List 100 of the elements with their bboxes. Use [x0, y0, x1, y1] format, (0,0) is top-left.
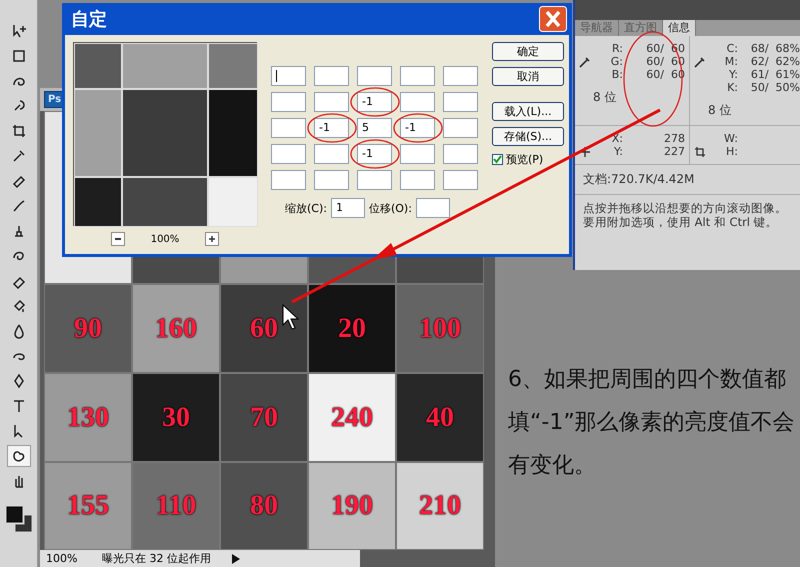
kernel-field[interactable]: [443, 66, 478, 86]
checkbox-label: 预览(P): [506, 152, 544, 167]
play-icon[interactable]: [232, 554, 240, 564]
kernel-field[interactable]: [400, 92, 435, 112]
tool-icon: [10, 48, 26, 64]
channel-value: 68/ 68%: [750, 42, 800, 55]
kernel-field[interactable]: [443, 92, 478, 112]
coordinate-value: 227: [663, 145, 685, 158]
kernel-field[interactable]: [271, 118, 306, 138]
kernel-field[interactable]: [357, 170, 392, 190]
pixel-value: 190: [331, 490, 373, 522]
kernel-field[interactable]: [443, 170, 478, 190]
pixel-value: 240: [331, 402, 373, 434]
pixel-value: 155: [67, 490, 109, 522]
pixel-value: 110: [156, 490, 196, 522]
channel-value: 50/ 50%: [750, 81, 800, 94]
tutorial-caption: 6、如果把周围的四个数值都填“-1”那么像素的亮度值不会有变化。: [508, 366, 796, 480]
tool-icon: [10, 173, 26, 189]
kernel-field[interactable]: [443, 144, 478, 164]
pixel-value: 30: [162, 402, 190, 434]
coordinate-value: 278: [663, 132, 685, 145]
close-icon[interactable]: [539, 6, 567, 32]
pixel-value: 60: [250, 312, 278, 345]
dialog-button[interactable]: 载入(L)...: [492, 102, 564, 121]
kernel-field[interactable]: [271, 92, 306, 112]
selection-size-icon: [694, 146, 706, 158]
dialog-button[interactable]: 确定: [492, 42, 564, 61]
kernel-field[interactable]: [314, 170, 349, 190]
pixel-value: 210: [419, 490, 461, 522]
bit-depth: 8 位: [708, 102, 732, 119]
zoom-in-button[interactable]: [205, 232, 220, 246]
kernel-field[interactable]: -1: [357, 144, 392, 164]
tool-button[interactable]: [6, 445, 30, 467]
tool-icon: [10, 198, 26, 214]
eyedropper-icon: [579, 56, 591, 68]
size-label: H:: [725, 145, 738, 158]
preview-cell: [208, 177, 258, 227]
eyedropper-icon: [694, 56, 706, 68]
hint-text: 点按并拖移以沿想要的方向滚动图像。要用附加选项，使用 Alt 和 Ctrl 键。: [575, 194, 800, 235]
kernel-field[interactable]: [314, 92, 349, 112]
document-size: 文档:720.7K/4.42M: [575, 164, 800, 194]
scale-label: 缩放(C):: [285, 200, 327, 216]
tool-icon: [10, 448, 26, 464]
size-label: W:: [723, 132, 738, 145]
plus-icon: [209, 236, 216, 242]
kernel-field[interactable]: 5: [357, 118, 392, 138]
channel-value: 62/ 62%: [750, 55, 800, 68]
preview-zoom: 100%: [150, 234, 180, 244]
kernel-field[interactable]: -1: [314, 118, 349, 138]
zoom-level: 100%: [46, 552, 78, 566]
kernel-field[interactable]: [314, 66, 349, 86]
background-color-swatch[interactable]: [14, 514, 32, 532]
channel-value: 61/ 61%: [750, 68, 800, 81]
pixel-value: 100: [419, 312, 461, 345]
minus-icon: [114, 238, 121, 240]
channel-label: M:: [724, 55, 738, 68]
channel-label: K:: [726, 81, 738, 94]
kernel-field[interactable]: -1: [400, 118, 435, 138]
kernel-field[interactable]: [271, 144, 306, 164]
zoom-out-button[interactable]: [110, 232, 125, 246]
channel-label: R:: [610, 42, 623, 55]
pixel-value: 130: [67, 402, 109, 434]
kernel-field[interactable]: [400, 144, 435, 164]
kernel-field[interactable]: [443, 118, 478, 138]
pixel-value: 20: [338, 312, 366, 345]
kernel-field[interactable]: [400, 66, 435, 86]
coordinate-label: Y:: [613, 145, 623, 158]
preview-cell: [208, 43, 258, 89]
kernel-field[interactable]: [357, 66, 392, 86]
foreground-color-swatch[interactable]: [5, 506, 23, 524]
kernel-field[interactable]: [400, 170, 435, 190]
kernel-field[interactable]: [314, 144, 349, 164]
pixel-value: 70: [250, 402, 278, 434]
scale-field[interactable]: 1: [330, 198, 365, 218]
status-message: 曝光只在 32 位起作用: [102, 551, 212, 566]
channel-label: G:: [610, 55, 623, 68]
tool-icon: [10, 148, 26, 164]
mouse-pointer-icon: [282, 304, 300, 330]
dialog-title: 自定: [71, 8, 107, 31]
channel-label: B:: [610, 68, 623, 81]
preview-checkbox[interactable]: 预览(P): [492, 152, 564, 167]
pixel-value: 40: [426, 402, 454, 434]
tool-icon: [10, 23, 26, 39]
dialog-button[interactable]: 存储(S)...: [492, 127, 564, 146]
channel-label: Y:: [728, 68, 738, 81]
pixel-value: 90: [74, 312, 102, 345]
pixel-value: 160: [155, 312, 197, 345]
dialog-button[interactable]: 取消: [492, 67, 564, 86]
preview-cell: [74, 177, 122, 227]
kernel-field[interactable]: -1: [357, 92, 392, 112]
tool-icon: [10, 123, 26, 139]
kernel-field[interactable]: [271, 66, 306, 86]
kernel-field[interactable]: [271, 170, 306, 190]
bit-depth: 8 位: [593, 89, 618, 106]
panel-tab[interactable]: 信息: [663, 20, 696, 36]
offset-label: 位移(O):: [368, 200, 412, 216]
checkbox-icon[interactable]: [492, 154, 503, 165]
offset-field[interactable]: [416, 198, 450, 218]
channel-label: C:: [726, 42, 738, 55]
pixel-value: 80: [250, 490, 278, 522]
